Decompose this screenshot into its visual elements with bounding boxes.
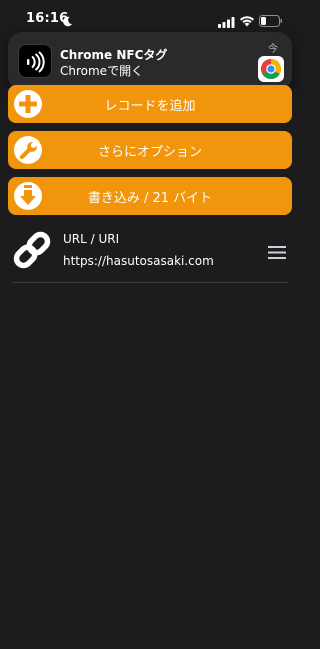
write-tag-button[interactable]: 書き込み / 21 バイト <box>8 177 292 215</box>
cellular-signal-icon <box>218 13 235 28</box>
drag-handle-icon[interactable] <box>268 244 286 259</box>
focus-moon-icon <box>62 12 73 27</box>
nfc-app-icon <box>18 44 52 78</box>
notification-body: Chromeで開く <box>60 64 144 78</box>
link-icon <box>10 228 54 272</box>
battery-icon <box>259 12 283 27</box>
notification-title: Chrome NFCタグ <box>60 48 168 62</box>
add-record-button[interactable]: レコードを追加 <box>8 85 292 123</box>
write-tag-label: 書き込み / 21 バイト <box>87 191 213 206</box>
status-bar: 16:16 <box>0 0 300 36</box>
list-divider <box>12 282 288 283</box>
notification-time: 今 <box>268 44 278 55</box>
record-list-item[interactable]: URL / URI https://hasutosasaki.com <box>8 222 292 282</box>
more-options-label: さらにオプション <box>97 145 202 160</box>
record-type: URL / URI <box>63 232 120 246</box>
more-options-button[interactable]: さらにオプション <box>8 131 292 169</box>
record-value: https://hasutosasaki.com <box>63 254 214 268</box>
chrome-icon <box>258 56 284 82</box>
notification-banner[interactable]: Chrome NFCタグ Chromeで開く 今 <box>8 32 292 90</box>
add-record-label: レコードを追加 <box>104 99 196 114</box>
wifi-icon <box>239 12 255 27</box>
